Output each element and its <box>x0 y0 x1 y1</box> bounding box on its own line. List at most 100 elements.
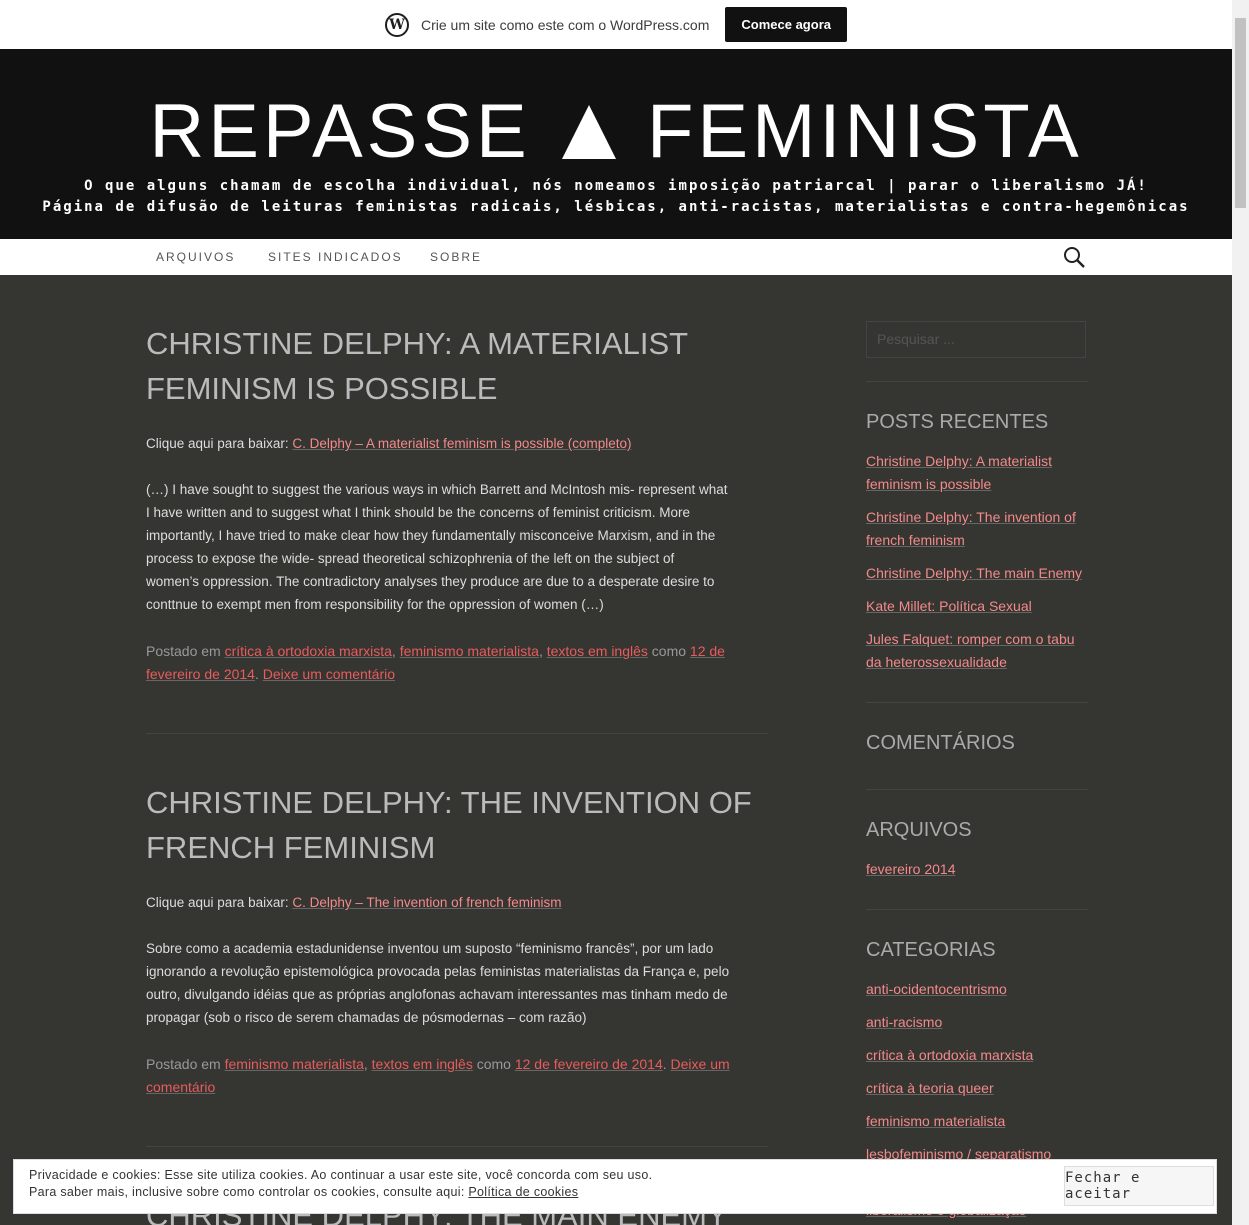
cookie-banner: Privacidade e cookies: Esse site utiliza… <box>13 1159 1217 1214</box>
excerpt-line: I have written and to suggest what I thi… <box>146 505 691 520</box>
sidebar-separator <box>866 909 1088 910</box>
excerpt-line: propagar (sob o risco de serem chamadas … <box>146 1010 587 1025</box>
excerpt-line: Sobre como a academia estadunidense inve… <box>146 941 714 956</box>
start-now-button[interactable]: Comece agora <box>725 7 847 42</box>
download-link[interactable]: C. Delphy – The invention of french femi… <box>292 895 561 910</box>
category-link[interactable]: feminismo materialista <box>866 1110 1096 1133</box>
recent-post-link[interactable]: Christine Delphy: The invention of frenc… <box>866 506 1096 552</box>
category-link[interactable]: textos em inglês <box>372 1056 473 1072</box>
download-link[interactable]: C. Delphy – A materialist feminism is po… <box>292 436 631 451</box>
site-title[interactable]: REPASSE FEMINISTA <box>0 92 1232 172</box>
site-description-line1: O que alguns chamam de escolha individua… <box>84 178 1148 194</box>
category-link-text[interactable]: anti-ocidentocentrismo <box>866 981 1007 997</box>
recent-post-link-line[interactable]: Christine Delphy: A materialist <box>866 453 1052 469</box>
post-title-line[interactable]: CHRISTINE DELPHY: A MATERIALIST <box>146 321 688 366</box>
leave-comment-link[interactable]: Deixe um <box>671 1056 730 1072</box>
post-meta: Postado em feminismo materialista, texto… <box>146 1056 730 1095</box>
excerpt-line: ignorando a revolução epistemológica pro… <box>146 964 730 979</box>
post-separator <box>146 733 768 734</box>
category-link[interactable]: feminismo materialista <box>225 1056 364 1072</box>
close-and-accept-button[interactable]: Fechar e aceitar <box>1064 1166 1214 1206</box>
site-title-left[interactable]: REPASSE <box>149 89 530 174</box>
post-meta: Postado em crítica à ortodoxia marxista,… <box>146 643 725 682</box>
excerpt-line: conttnue to exempt men from responsibili… <box>146 597 604 612</box>
category-link[interactable]: crítica à teoria queer <box>866 1077 1096 1100</box>
wordpress-promo-bar: W Crie um site como este com o WordPress… <box>0 0 1232 49</box>
cookie-text-line2: Para saber mais, inclusive sobre como co… <box>29 1185 578 1199</box>
cookie-policy-link[interactable]: Política de cookies <box>468 1185 578 1199</box>
category-link[interactable]: crítica à ortodoxia marxista <box>866 1044 1096 1067</box>
recent-post-link[interactable]: Kate Millet: Política Sexual <box>866 595 1096 618</box>
site-header: REPASSE FEMINISTA O que alguns chamam de… <box>0 49 1232 239</box>
post-title[interactable]: CHRISTINE DELPHY: A MATERIALIST FEMINISM… <box>146 321 688 411</box>
sidebar-separator <box>866 789 1088 790</box>
post-date-link[interactable]: 12 de fevereiro de 2014 <box>515 1056 663 1072</box>
category-link-text[interactable]: feminismo materialista <box>866 1113 1005 1129</box>
nav-item-sobre[interactable]: SOBRE <box>430 250 482 264</box>
recent-posts-heading: POSTS RECENTES <box>866 411 1049 433</box>
main-navigation: ARQUIVOS SITES INDICADOS SOBRE <box>0 239 1232 275</box>
recent-post-link[interactable]: Christine Delphy: A materialist feminism… <box>866 450 1096 496</box>
post-title-line[interactable]: FEMINISM IS POSSIBLE <box>146 366 688 411</box>
post-date-link[interactable]: fevereiro de 2014 <box>146 666 255 682</box>
scrollbar-thumb[interactable] <box>1235 18 1246 208</box>
triangle-icon <box>561 105 616 159</box>
excerpt-line: outro, divulgando idéias que as próprias… <box>146 987 728 1002</box>
site-description: O que alguns chamam de escolha individua… <box>0 176 1232 218</box>
recent-post-link-line[interactable]: Kate Millet: Política Sexual <box>866 598 1032 614</box>
post-separator <box>146 1146 768 1147</box>
recent-post-link-line[interactable]: da heterossexualidade <box>866 654 1007 670</box>
category-link-text[interactable]: anti-racismo <box>866 1014 942 1030</box>
site-description-line2: Página de difusão de leituras feministas… <box>42 199 1190 215</box>
categories-heading: CATEGORIAS <box>866 939 996 961</box>
excerpt-line: (…) I have sought to suggest the various… <box>146 482 728 497</box>
site-title-right[interactable]: FEMINISTA <box>647 89 1083 174</box>
category-link[interactable]: textos em inglês <box>547 643 648 659</box>
post-excerpt: Sobre como a academia estadunidense inve… <box>146 937 768 1029</box>
download-paragraph: Clique aqui para baixar: C. Delphy – A m… <box>146 432 768 455</box>
recent-post-link-line[interactable]: Christine Delphy: The main Enemy <box>866 565 1082 581</box>
recent-post-link-line[interactable]: Jules Falquet: romper com o tabu <box>866 631 1075 647</box>
como-label: como <box>472 1056 515 1072</box>
archive-link[interactable]: fevereiro 2014 <box>866 858 1096 881</box>
sidebar-separator <box>866 381 1088 382</box>
post-date-link[interactable]: 12 de <box>690 643 725 659</box>
posted-in-label: Postado em <box>146 1056 225 1072</box>
comments-heading: COMENTÁRIOS <box>866 732 1015 754</box>
download-paragraph: Clique aqui para baixar: C. Delphy – The… <box>146 891 768 914</box>
category-link[interactable]: feminismo materialista <box>400 643 539 659</box>
post-title-line[interactable]: FRENCH FEMINISM <box>146 825 752 870</box>
post-title[interactable]: CHRISTINE DELPHY: THE INVENTION OF FRENC… <box>146 780 752 870</box>
como-label: como <box>647 643 690 659</box>
recent-post-link-line[interactable]: Christine Delphy: The invention of <box>866 509 1076 525</box>
category-link[interactable]: anti-ocidentocentrismo <box>866 978 1096 1001</box>
nav-item-sites-indicados[interactable]: SITES INDICADOS <box>268 250 403 264</box>
posted-in-label: Postado em <box>146 643 225 659</box>
download-label: Clique aqui para baixar: <box>146 895 293 910</box>
sidebar-search-input[interactable]: Pesquisar ... <box>866 321 1086 358</box>
category-link[interactable]: anti-racismo <box>866 1011 1096 1034</box>
leave-comment-link[interactable]: comentário <box>146 1079 215 1095</box>
recent-post-link[interactable]: Jules Falquet: romper com o tabu da hete… <box>866 628 1096 674</box>
recent-post-link-line[interactable]: french feminism <box>866 532 965 548</box>
recent-post-link[interactable]: Christine Delphy: The main Enemy <box>866 562 1096 585</box>
cookie-text-line1: Privacidade e cookies: Esse site utiliza… <box>29 1168 653 1182</box>
cookie-text-prefix: Para saber mais, inclusive sobre como co… <box>29 1185 469 1199</box>
category-link[interactable]: crítica à ortodoxia marxista <box>225 643 392 659</box>
recent-post-link-line[interactable]: feminism is possible <box>866 476 991 492</box>
archives-heading: ARQUIVOS <box>866 819 972 841</box>
scrollbar[interactable] <box>1232 0 1249 1225</box>
wordpress-logo-icon[interactable]: W <box>385 12 409 37</box>
excerpt-line: process to expose the wide- spread theor… <box>146 551 675 566</box>
nav-item-arquivos[interactable]: ARQUIVOS <box>156 250 235 264</box>
wordpress-promo-text: Crie um site como este com o WordPress.c… <box>421 16 710 33</box>
sidebar-separator <box>866 702 1088 703</box>
archive-link-text[interactable]: fevereiro 2014 <box>866 861 956 877</box>
post-title-line[interactable]: CHRISTINE DELPHY: THE INVENTION OF <box>146 780 752 825</box>
category-link-text[interactable]: crítica à ortodoxia marxista <box>866 1047 1033 1063</box>
download-label: Clique aqui para baixar: <box>146 436 293 451</box>
category-link-text[interactable]: crítica à teoria queer <box>866 1080 994 1096</box>
post-excerpt: (…) I have sought to suggest the various… <box>146 478 768 616</box>
leave-comment-link[interactable]: Deixe um comentário <box>263 666 395 682</box>
search-icon[interactable] <box>1063 246 1085 268</box>
